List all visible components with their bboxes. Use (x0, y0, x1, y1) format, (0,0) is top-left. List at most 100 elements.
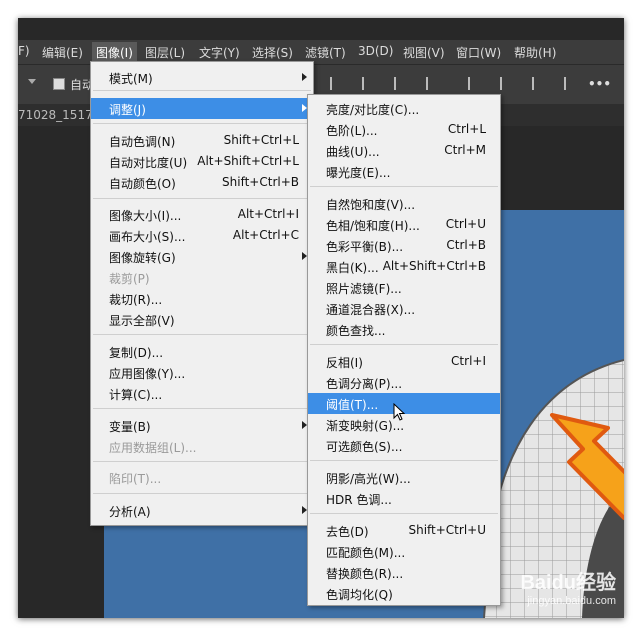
menu-window[interactable]: 窗口(W) (456, 44, 501, 61)
item-shortcut: Shift+Ctrl+L (223, 133, 299, 147)
item-label: 色调均化(Q) (326, 588, 393, 602)
menu-item-apply-data-set: 应用数据组(L)... (91, 436, 313, 457)
separator (310, 513, 498, 514)
adj-item-equalize[interactable]: 色调均化(Q) (308, 583, 500, 604)
item-shortcut: Ctrl+I (451, 354, 486, 368)
adj-item-photo-filter[interactable]: 照片滤镜(F)... (308, 277, 500, 298)
adj-item-invert[interactable]: 反相(I) Ctrl+I (308, 351, 500, 372)
menu-item-auto-contrast[interactable]: 自动对比度(U) Alt+Shift+Ctrl+L (91, 151, 313, 172)
menu-item-variables[interactable]: 变量(B) (91, 415, 313, 436)
item-shortcut: Shift+Ctrl+U (408, 523, 486, 537)
item-shortcut: Ctrl+L (447, 122, 486, 136)
adj-item-shadows-highlights[interactable]: 阴影/高光(W)... (308, 467, 500, 488)
menu-edit[interactable]: 编辑(E) (42, 44, 83, 61)
submenu-arrow-icon (302, 73, 307, 81)
auto-select-checkbox[interactable] (53, 78, 65, 90)
adj-item-match-color[interactable]: 匹配颜色(M)... (308, 541, 500, 562)
item-label: 亮度/对比度(C)... (326, 103, 420, 117)
adj-item-levels[interactable]: 色阶(L)... Ctrl+L (308, 119, 500, 140)
photoshop-window: F) 编辑(E) 图像(I) 图层(L) 文字(Y) 选择(S) 滤镜(T) 3… (18, 18, 624, 618)
menu-item-analysis[interactable]: 分析(A) (91, 500, 313, 521)
separator (93, 461, 311, 462)
menu-item-reveal-all[interactable]: 显示全部(V) (91, 309, 313, 330)
watermark-brand: Baidu经验 (520, 572, 616, 594)
item-shortcut: Alt+Shift+Ctrl+B (382, 259, 486, 273)
item-label: 颜色查找... (326, 324, 386, 338)
menu-item-trim[interactable]: 裁切(R)... (91, 288, 313, 309)
adj-item-hue-saturation[interactable]: 色相/饱和度(H)... Ctrl+U (308, 214, 500, 235)
item-label: 色阶(L)... (326, 124, 378, 138)
menu-item-apply-image[interactable]: 应用图像(Y)... (91, 362, 313, 383)
item-label: 应用数据组(L)... (109, 441, 197, 455)
adj-item-replace-color[interactable]: 替换颜色(R)... (308, 562, 500, 583)
item-label: 黑白(K)... (326, 261, 379, 275)
separator (93, 90, 311, 91)
item-label: 曝光度(E)... (326, 166, 391, 180)
adjustments-submenu: 亮度/对比度(C)... 色阶(L)... Ctrl+L 曲线(U)... Ctrl… (307, 94, 501, 606)
adj-item-desaturate[interactable]: 去色(D) Shift+Ctrl+U (308, 520, 500, 541)
tool-dropdown[interactable] (28, 79, 36, 84)
menu-select[interactable]: 选择(S) (252, 44, 293, 61)
item-label: 陷印(T)... (109, 472, 162, 486)
menu-item-image-rotation[interactable]: 图像旋转(G) (91, 246, 313, 267)
adj-item-vibrance[interactable]: 自然饱和度(V)... (308, 193, 500, 214)
menu-file[interactable]: F) (18, 44, 30, 58)
item-label: 替换颜色(R)... (326, 567, 404, 581)
item-label: 图像旋转(G) (109, 251, 176, 265)
item-label: 可选颜色(S)... (326, 440, 403, 454)
menu-image[interactable]: 图像(I) (92, 42, 137, 63)
adj-item-curves[interactable]: 曲线(U)... Ctrl+M (308, 140, 500, 161)
item-label: 自动色调(N) (109, 135, 176, 149)
menu-help[interactable]: 帮助(H) (514, 44, 556, 61)
adj-item-selective-color[interactable]: 可选颜色(S)... (308, 435, 500, 456)
menu-item-auto-color[interactable]: 自动颜色(O) Shift+Ctrl+B (91, 172, 313, 193)
item-label: HDR 色调... (326, 493, 392, 507)
adj-item-black-white[interactable]: 黑白(K)... Alt+Shift+Ctrl+B (308, 256, 500, 277)
item-label: 分析(A) (109, 505, 151, 519)
adj-item-channel-mixer[interactable]: 通道混合器(X)... (308, 298, 500, 319)
item-label: 裁切(R)... (109, 293, 163, 307)
separator (93, 198, 311, 199)
item-label: 反相(I) (326, 356, 363, 370)
item-shortcut: Shift+Ctrl+B (222, 175, 299, 189)
adj-item-hdr-toning[interactable]: HDR 色调... (308, 488, 500, 509)
item-label: 自然饱和度(V)... (326, 198, 416, 212)
item-shortcut: Ctrl+B (446, 238, 486, 252)
item-label: 调整(J) (109, 103, 146, 117)
menu-type[interactable]: 文字(Y) (199, 44, 240, 61)
separator (93, 493, 311, 494)
menu-filter[interactable]: 滤镜(T) (305, 44, 346, 61)
item-shortcut: Ctrl+U (445, 217, 486, 231)
item-label: 自动颜色(O) (109, 177, 176, 191)
adj-item-posterize[interactable]: 色调分离(P)... (308, 372, 500, 393)
menu-item-crop: 裁剪(P) (91, 267, 313, 288)
separator (93, 334, 311, 335)
more-options-button[interactable]: ••• (588, 77, 611, 91)
menu-view[interactable]: 视图(V) (403, 44, 445, 61)
separator (93, 408, 311, 409)
item-label: 曲线(U)... (326, 145, 380, 159)
item-label: 画布大小(S)... (109, 230, 186, 244)
item-label: 色彩平衡(B)... (326, 240, 404, 254)
item-shortcut: Alt+Ctrl+C (232, 228, 299, 242)
menu-item-duplicate[interactable]: 复制(D)... (91, 341, 313, 362)
adj-item-color-balance[interactable]: 色彩平衡(B)... Ctrl+B (308, 235, 500, 256)
adj-item-brightness-contrast[interactable]: 亮度/对比度(C)... (308, 98, 500, 119)
menu-item-calculations[interactable]: 计算(C)... (91, 383, 313, 404)
menu-item-image-size[interactable]: 图像大小(I)... Alt+Ctrl+I (91, 204, 313, 225)
document-tab-title[interactable]: 71028_15174 (18, 108, 100, 122)
menu-layer[interactable]: 图层(L) (145, 44, 185, 61)
menu-3d[interactable]: 3D(D) (358, 44, 393, 58)
adj-item-exposure[interactable]: 曝光度(E)... (308, 161, 500, 182)
adj-item-color-lookup[interactable]: 颜色查找... (308, 319, 500, 340)
item-label: 照片滤镜(F)... (326, 282, 402, 296)
item-label: 自动对比度(U) (109, 156, 188, 170)
item-label: 变量(B) (109, 420, 151, 434)
image-menu: 模式(M) 调整(J) 自动色调(N) Shift+Ctrl+L 自动对比度(U)… (90, 61, 314, 526)
menu-item-adjustments[interactable]: 调整(J) (91, 98, 313, 119)
item-label: 应用图像(Y)... (109, 367, 186, 381)
item-label: 图像大小(I)... (109, 209, 182, 223)
menu-item-mode[interactable]: 模式(M) (91, 67, 313, 88)
menu-item-canvas-size[interactable]: 画布大小(S)... Alt+Ctrl+C (91, 225, 313, 246)
menu-item-auto-tone[interactable]: 自动色调(N) Shift+Ctrl+L (91, 130, 313, 151)
